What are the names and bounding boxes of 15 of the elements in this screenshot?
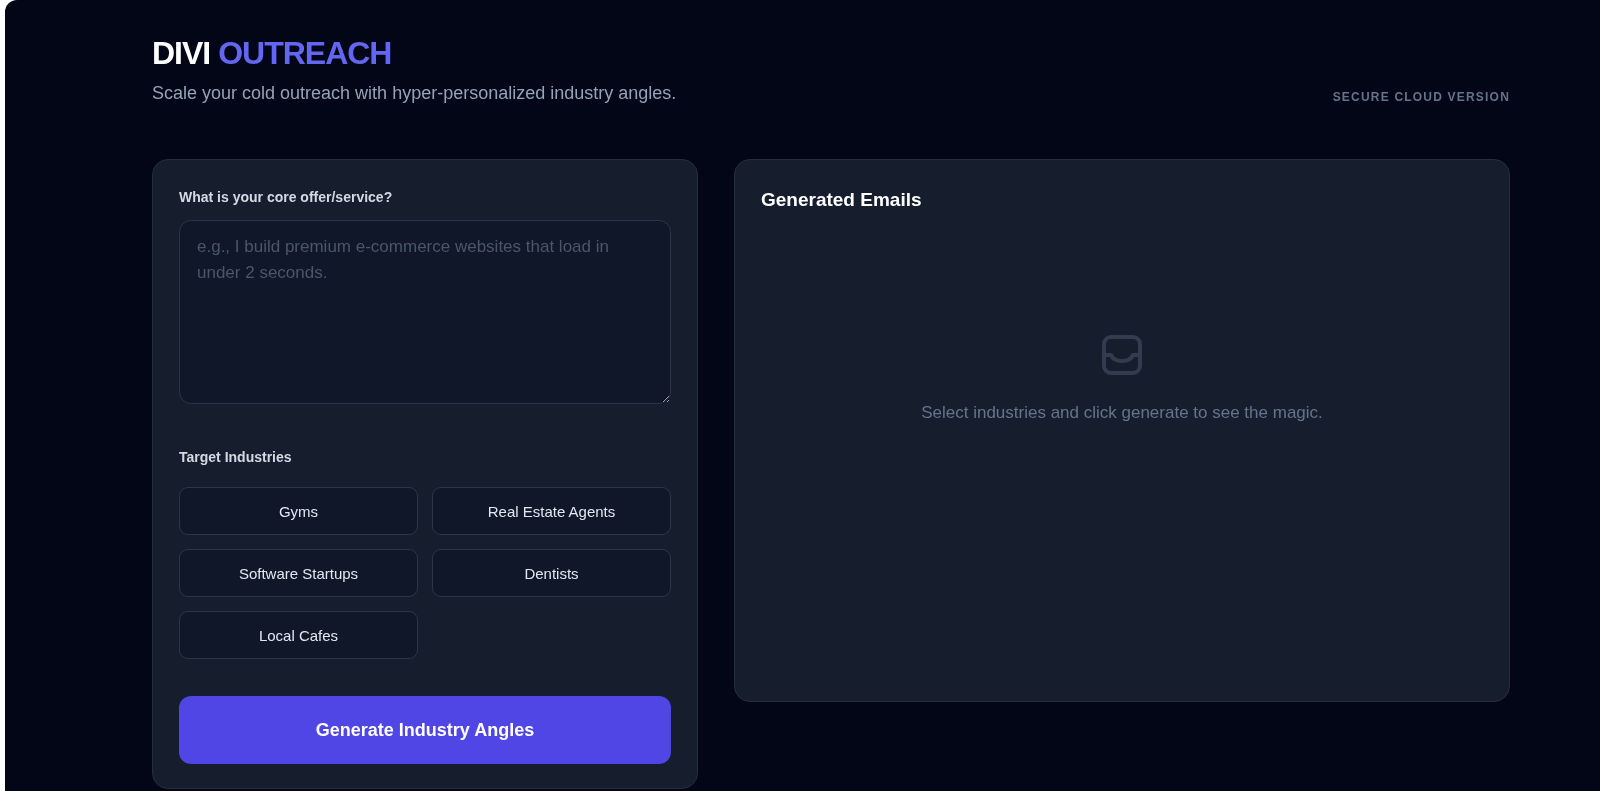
tagline: Scale your cold outreach with hyper-personalized industry angles.	[152, 82, 677, 105]
industry-button[interactable]: Software Startups	[179, 549, 418, 597]
industry-button[interactable]: Dentists	[432, 549, 671, 597]
results-title: Generated Emails	[761, 188, 922, 212]
industry-button[interactable]: Real Estate Agents	[432, 487, 671, 535]
generate-button[interactable]: Generate Industry Angles	[179, 696, 671, 764]
version-label: SECURE CLOUD VERSION	[1332, 89, 1510, 105]
industry-button[interactable]: Gyms	[179, 487, 418, 535]
offer-input[interactable]: e.g., I build premium e-commerce websites that load in under 2 seconds.	[179, 220, 671, 404]
empty-state-message: Select industries and click generate to see the magic.	[921, 402, 1323, 424]
industry-button[interactable]: Local Cafes	[179, 611, 418, 659]
app-title: DIVI OUTREACH	[152, 34, 393, 73]
inbox-icon	[1102, 335, 1142, 375]
offer-label: What is your core offer/service?	[179, 188, 393, 207]
industries-label: Target Industries	[179, 448, 292, 467]
